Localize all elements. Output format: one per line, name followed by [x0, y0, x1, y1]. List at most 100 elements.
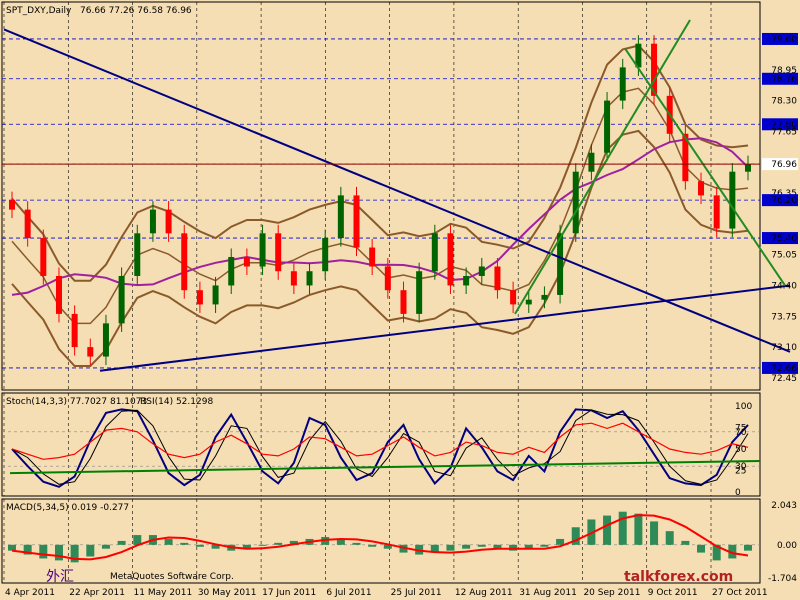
candle-body: [494, 266, 501, 291]
macd-label: MACD(5,34,5) 0.019 -0.277: [6, 503, 129, 513]
macd-bar: [650, 521, 659, 545]
macd-bar: [744, 544, 752, 551]
macd-bar: [39, 544, 48, 559]
price-tick: 76.96: [771, 160, 797, 170]
candle-body: [572, 171, 579, 234]
macd-bar: [618, 511, 627, 545]
candle-body: [525, 299, 532, 305]
candle-body: [87, 347, 94, 357]
macd-tick: 2.043: [771, 501, 797, 511]
candle-body: [275, 233, 282, 272]
candle-body: [71, 313, 78, 348]
price-tick: 72.66: [771, 364, 797, 374]
candle-body: [118, 275, 125, 324]
macd-tick: -1.704: [768, 574, 797, 584]
candle-body: [24, 209, 31, 239]
macd-bar: [634, 513, 643, 545]
macd-bar: [195, 544, 204, 547]
macd-bar: [86, 544, 95, 557]
date-tick: 25 Jul 2011: [391, 588, 442, 598]
date-tick: 20 Sep 2011: [583, 588, 640, 598]
stoch-tick: 25: [735, 467, 746, 477]
candle-body: [384, 266, 391, 291]
macd-bar: [446, 544, 455, 551]
macd-bar: [101, 544, 110, 549]
candle-body: [134, 233, 141, 276]
stoch-label: Stoch(14,3,3) 77.7027 81.1073: [6, 397, 147, 407]
macd-bar: [368, 544, 377, 547]
macd-bar: [258, 544, 267, 546]
macd-bar: [180, 542, 189, 545]
price-tick: 75.40: [771, 234, 797, 244]
candle-body: [9, 200, 15, 210]
date-tick: 4 Apr 2011: [5, 588, 55, 598]
stoch-tick: 50: [735, 445, 747, 455]
candle-body: [149, 209, 156, 234]
candle-body: [243, 257, 250, 267]
stoch-tick: 0: [735, 488, 741, 498]
symbol-label: SPT_DXY,Daily: [6, 6, 72, 16]
price-tick: 72.45: [771, 374, 797, 384]
macd-tick: 0.00: [777, 541, 797, 551]
price-tick: 78.76: [771, 75, 797, 85]
stoch-tick: 100: [735, 402, 752, 412]
date-tick: 27 Oct 2011: [712, 588, 768, 598]
date-tick: 30 May 2011: [198, 588, 257, 598]
date-tick: 11 May 2011: [134, 588, 193, 598]
candle-body: [369, 247, 376, 267]
macd-bar: [462, 544, 471, 549]
candle-body: [102, 323, 109, 357]
candle-body: [478, 266, 485, 276]
macd-bar: [697, 544, 706, 553]
stoch-tick: 70: [735, 428, 747, 438]
price-tick: 73.75: [771, 312, 797, 322]
forex-chart-canvas[interactable]: 10075705030250 2.0430.00-1.704 79.6078.9…: [0, 0, 800, 600]
macd-bar: [556, 538, 565, 545]
candle-body: [431, 233, 438, 272]
candle-body: [729, 171, 736, 229]
rsi-label: RSI(14) 52.1298: [140, 397, 213, 407]
date-tick: 17 Jun 2011: [262, 588, 316, 598]
price-tick: 75.05: [771, 251, 797, 261]
copyright-label: MetaQuotes Software Corp.: [110, 572, 234, 582]
candle-body: [212, 285, 219, 305]
macd-bar: [117, 540, 126, 545]
candle-body: [353, 195, 360, 248]
date-tick: 9 Oct 2011: [648, 588, 698, 598]
date-tick: 12 Aug 2011: [455, 588, 513, 598]
macd-bar: [54, 544, 63, 561]
candle-body: [745, 164, 751, 172]
candle-body: [228, 257, 235, 286]
candle-body: [588, 152, 595, 172]
price-tick: 73.10: [771, 343, 797, 353]
candle-body: [713, 195, 720, 229]
macd-bar: [8, 544, 16, 551]
ohlc-label: 76.66 77.26 76.58 76.96: [80, 6, 192, 16]
watermark-site: talkforex.com: [624, 569, 733, 585]
price-tick: 77.65: [771, 127, 797, 137]
candle-body: [40, 238, 47, 276]
candle-body: [447, 233, 454, 286]
candle-body: [604, 100, 611, 153]
watermark-cn: 外汇: [46, 569, 74, 585]
candle-body: [259, 233, 266, 267]
candle-body: [619, 67, 626, 101]
candle-body: [698, 181, 705, 196]
macd-bar: [681, 540, 690, 545]
candle-body: [196, 290, 203, 305]
price-tick: 78.30: [771, 97, 797, 107]
candle-body: [400, 290, 407, 314]
date-tick: 31 Aug 2011: [519, 588, 577, 598]
candle-body: [181, 233, 188, 291]
price-tick: 79.60: [771, 35, 797, 45]
macd-bar: [352, 542, 361, 545]
candle-body: [541, 294, 548, 300]
price-tick: 74.40: [771, 281, 797, 291]
candle-body: [337, 195, 344, 239]
candle-body: [306, 271, 313, 286]
date-tick: 22 Apr 2011: [69, 588, 125, 598]
candle-body: [322, 238, 329, 272]
macd-bar: [603, 515, 612, 545]
macd-bar: [540, 544, 549, 547]
candle-body: [55, 275, 62, 314]
